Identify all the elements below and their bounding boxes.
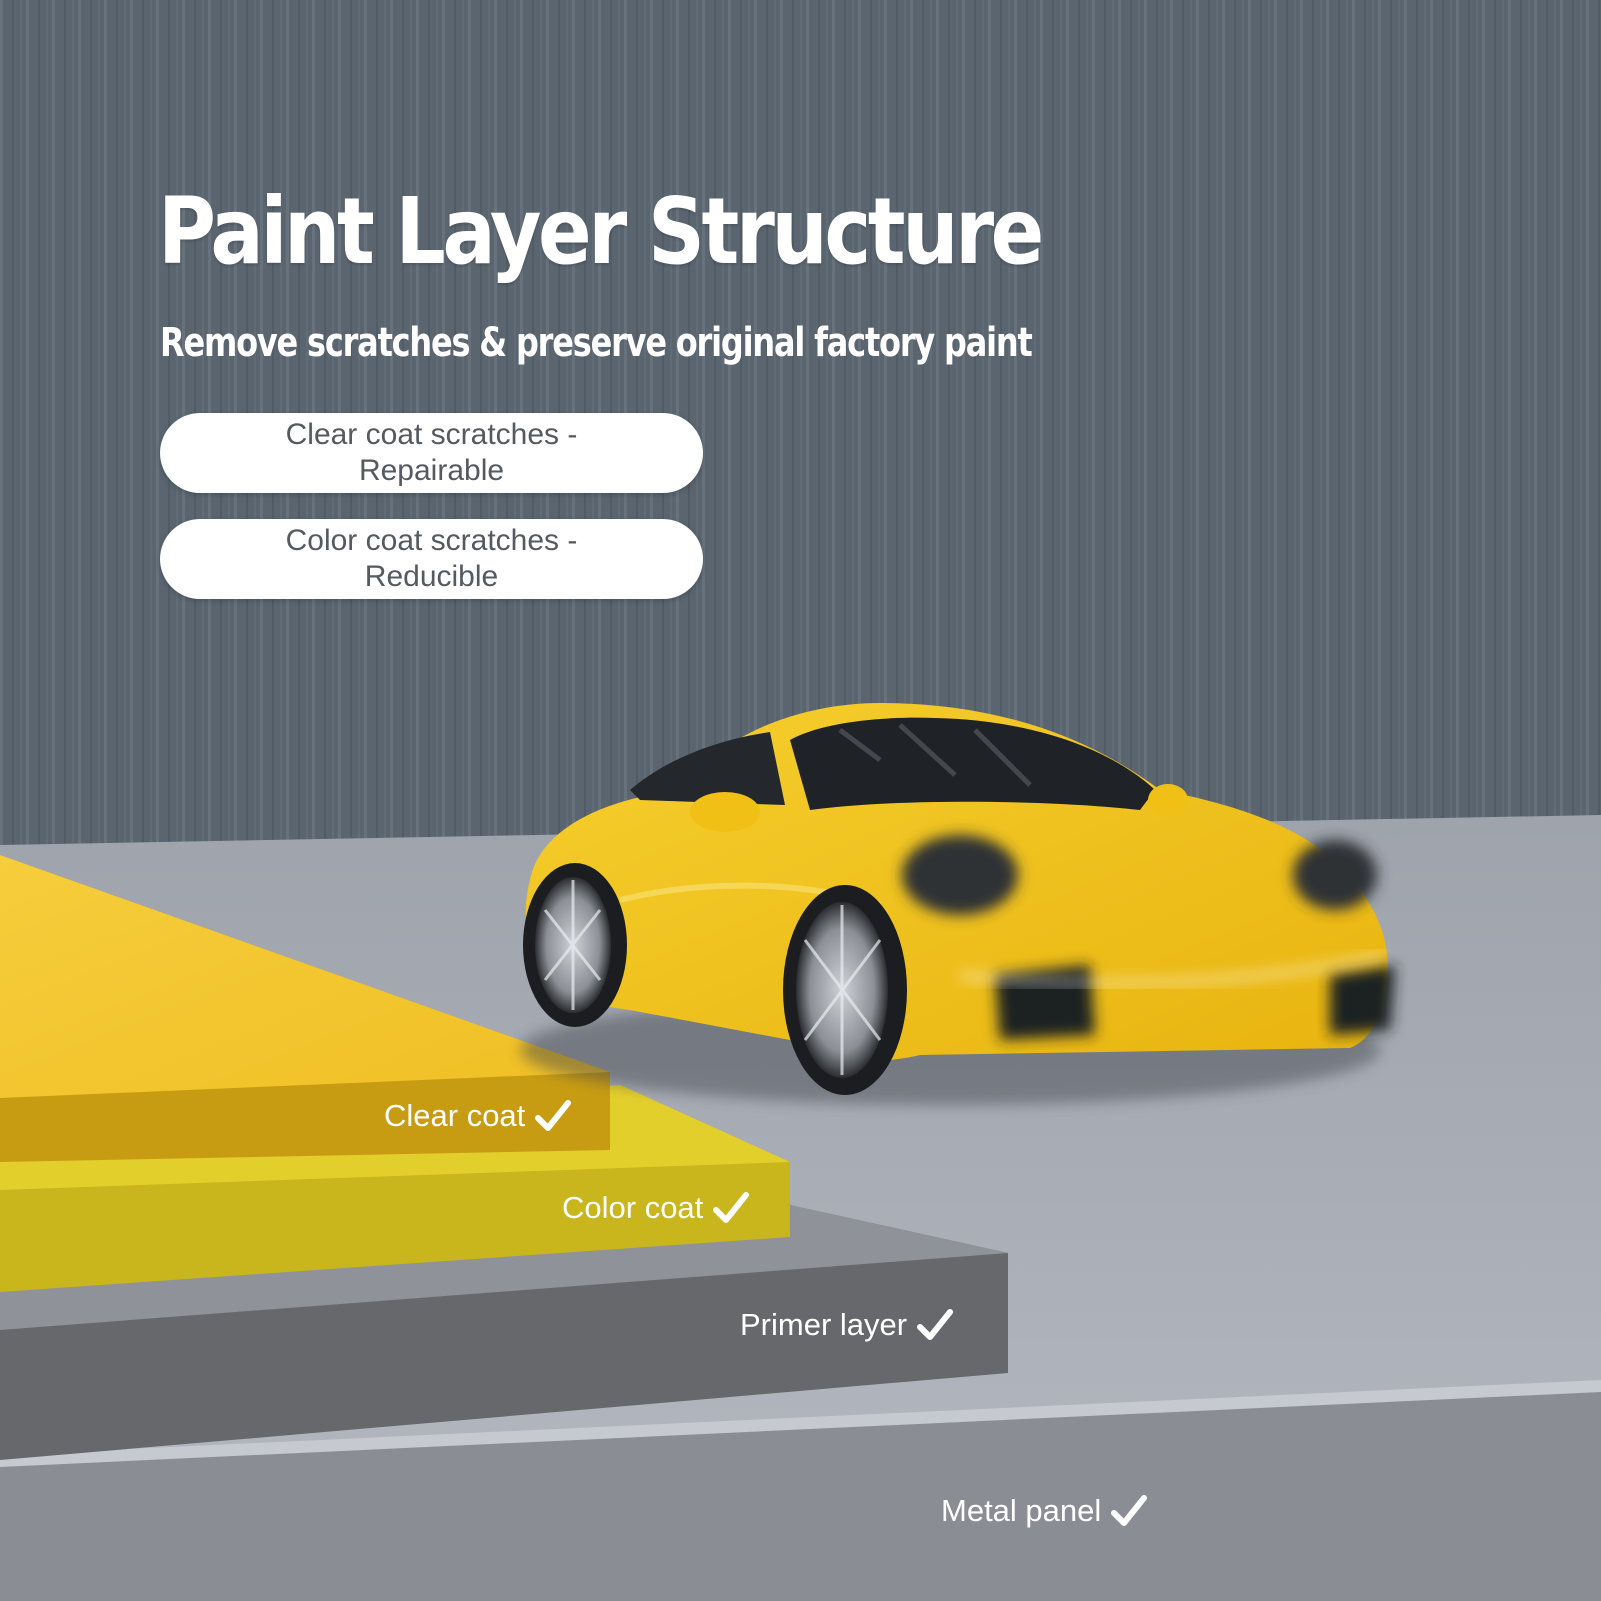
layer-label-text: Color coat bbox=[562, 1190, 704, 1225]
color-coat-scratches-pill: Color coat scratches - Reducible bbox=[160, 519, 703, 599]
primer-layer-label: Primer layer bbox=[740, 1307, 954, 1343]
page-title: Paint Layer Structure bbox=[158, 178, 1044, 285]
product-diagram: Paint Layer Structure Remove scratches &… bbox=[0, 0, 1601, 1601]
metal-panel-label: Metal panel bbox=[941, 1493, 1148, 1529]
layer-label-text: Metal panel bbox=[941, 1493, 1102, 1528]
clear-coat-label: Clear coat bbox=[384, 1098, 572, 1134]
clear-coat-scratches-pill: Clear coat scratches - Repairable bbox=[160, 413, 703, 493]
check-icon bbox=[535, 1100, 572, 1131]
page-subtitle: Remove scratches & preserve original fac… bbox=[160, 320, 1033, 366]
pill-text: Color coat scratches - Reducible bbox=[285, 524, 578, 593]
check-icon bbox=[917, 1309, 954, 1340]
check-icon bbox=[713, 1192, 750, 1223]
pill-text: Clear coat scratches - Repairable bbox=[285, 418, 578, 487]
check-icon bbox=[1111, 1495, 1148, 1526]
layer-label-text: Clear coat bbox=[384, 1098, 526, 1133]
color-coat-label: Color coat bbox=[562, 1190, 750, 1226]
layer-label-text: Primer layer bbox=[740, 1307, 908, 1342]
